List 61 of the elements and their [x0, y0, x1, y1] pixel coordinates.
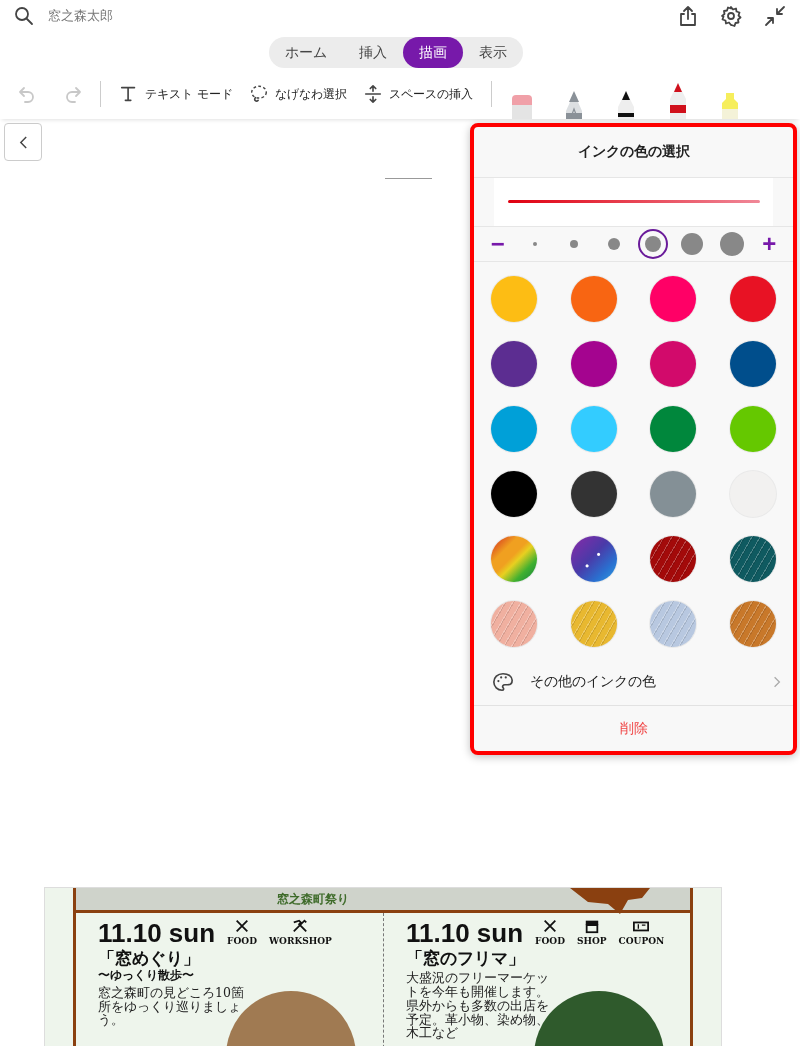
food-icon	[233, 918, 251, 934]
color-swatch[interactable]	[730, 601, 777, 647]
color-swatch[interactable]	[490, 406, 537, 452]
color-swatch[interactable]	[570, 536, 617, 582]
color-swatch[interactable]	[490, 471, 537, 517]
event-description: 窓之森町の見どころ10箇所をゆっくり巡りましょう。	[98, 985, 245, 1028]
category-label: COUPON	[618, 936, 665, 946]
color-swatch[interactable]	[730, 406, 777, 452]
color-swatch[interactable]	[570, 276, 617, 322]
vertical-arrows-icon	[362, 84, 383, 104]
palette-icon	[492, 671, 514, 693]
tool-button[interactable]: スペースの挿入	[354, 80, 481, 108]
share-icon[interactable]	[678, 5, 698, 27]
event-date: 11.10 sun	[98, 920, 216, 946]
delete-button[interactable]: 削除	[474, 705, 793, 751]
color-swatch[interactable]	[730, 276, 777, 322]
color-swatch[interactable]	[650, 406, 697, 452]
ribbon-tab[interactable]: 表示	[463, 37, 523, 68]
ribbon-tab[interactable]: 挿入	[343, 37, 403, 68]
color-swatch[interactable]	[650, 276, 697, 322]
notebook-title: 窓之森太郎	[48, 7, 113, 25]
category-label: FOOD	[227, 936, 257, 946]
category-label: SHOP	[576, 936, 607, 946]
color-swatch[interactable]	[650, 601, 697, 647]
ribbon-tab[interactable]: 描画	[403, 37, 463, 68]
workshop-icon	[291, 918, 310, 934]
chevron-left-icon	[18, 134, 28, 150]
event-title: 「窓のフリマ」	[406, 948, 526, 969]
event-description: 大盛況のフリーマーケットを今年も開催します。県外からも多数の出店を予定。革小物、染め物、木工など	[406, 971, 550, 1041]
increase-size-button[interactable]: +	[756, 232, 783, 256]
color-swatch[interactable]	[570, 341, 617, 387]
lasso-icon	[248, 84, 269, 104]
stroke-size-option[interactable]	[638, 229, 669, 259]
event-date: 11.10 sun	[406, 920, 524, 946]
collapse-icon[interactable]	[764, 5, 786, 27]
color-swatch[interactable]	[730, 341, 777, 387]
flyer-title: 窓之森町祭り	[277, 890, 349, 908]
color-swatch[interactable]	[490, 536, 537, 582]
color-swatch[interactable]	[650, 471, 697, 517]
event-title: 「窓めぐり」	[98, 948, 201, 969]
tool-button[interactable]: なげなわ選択	[240, 80, 355, 108]
color-swatch[interactable]	[650, 536, 697, 582]
search-icon[interactable]	[14, 6, 34, 26]
event-subtitle: 〜ゆっくり散歩〜	[98, 968, 195, 983]
color-swatch[interactable]	[730, 536, 777, 582]
decrease-size-button[interactable]: −	[484, 232, 511, 256]
color-swatch[interactable]	[570, 471, 617, 517]
color-swatch[interactable]	[490, 341, 537, 387]
color-swatch[interactable]	[490, 276, 537, 322]
tool-button[interactable]: テキスト モード	[111, 80, 241, 108]
color-swatch[interactable]	[570, 601, 617, 647]
category-label: FOOD	[535, 936, 565, 946]
food-icon	[541, 918, 559, 934]
category-label: WORKSHOP	[268, 936, 332, 946]
chevron-right-icon	[773, 675, 781, 689]
color-swatch[interactable]	[490, 601, 537, 647]
color-swatch[interactable]	[650, 341, 697, 387]
settings-icon[interactable]	[720, 5, 742, 27]
ribbon-tab[interactable]: ホーム	[269, 37, 343, 68]
more-ink-colors-item[interactable]: その他のインクの色	[474, 659, 793, 705]
color-swatch[interactable]	[570, 406, 617, 452]
